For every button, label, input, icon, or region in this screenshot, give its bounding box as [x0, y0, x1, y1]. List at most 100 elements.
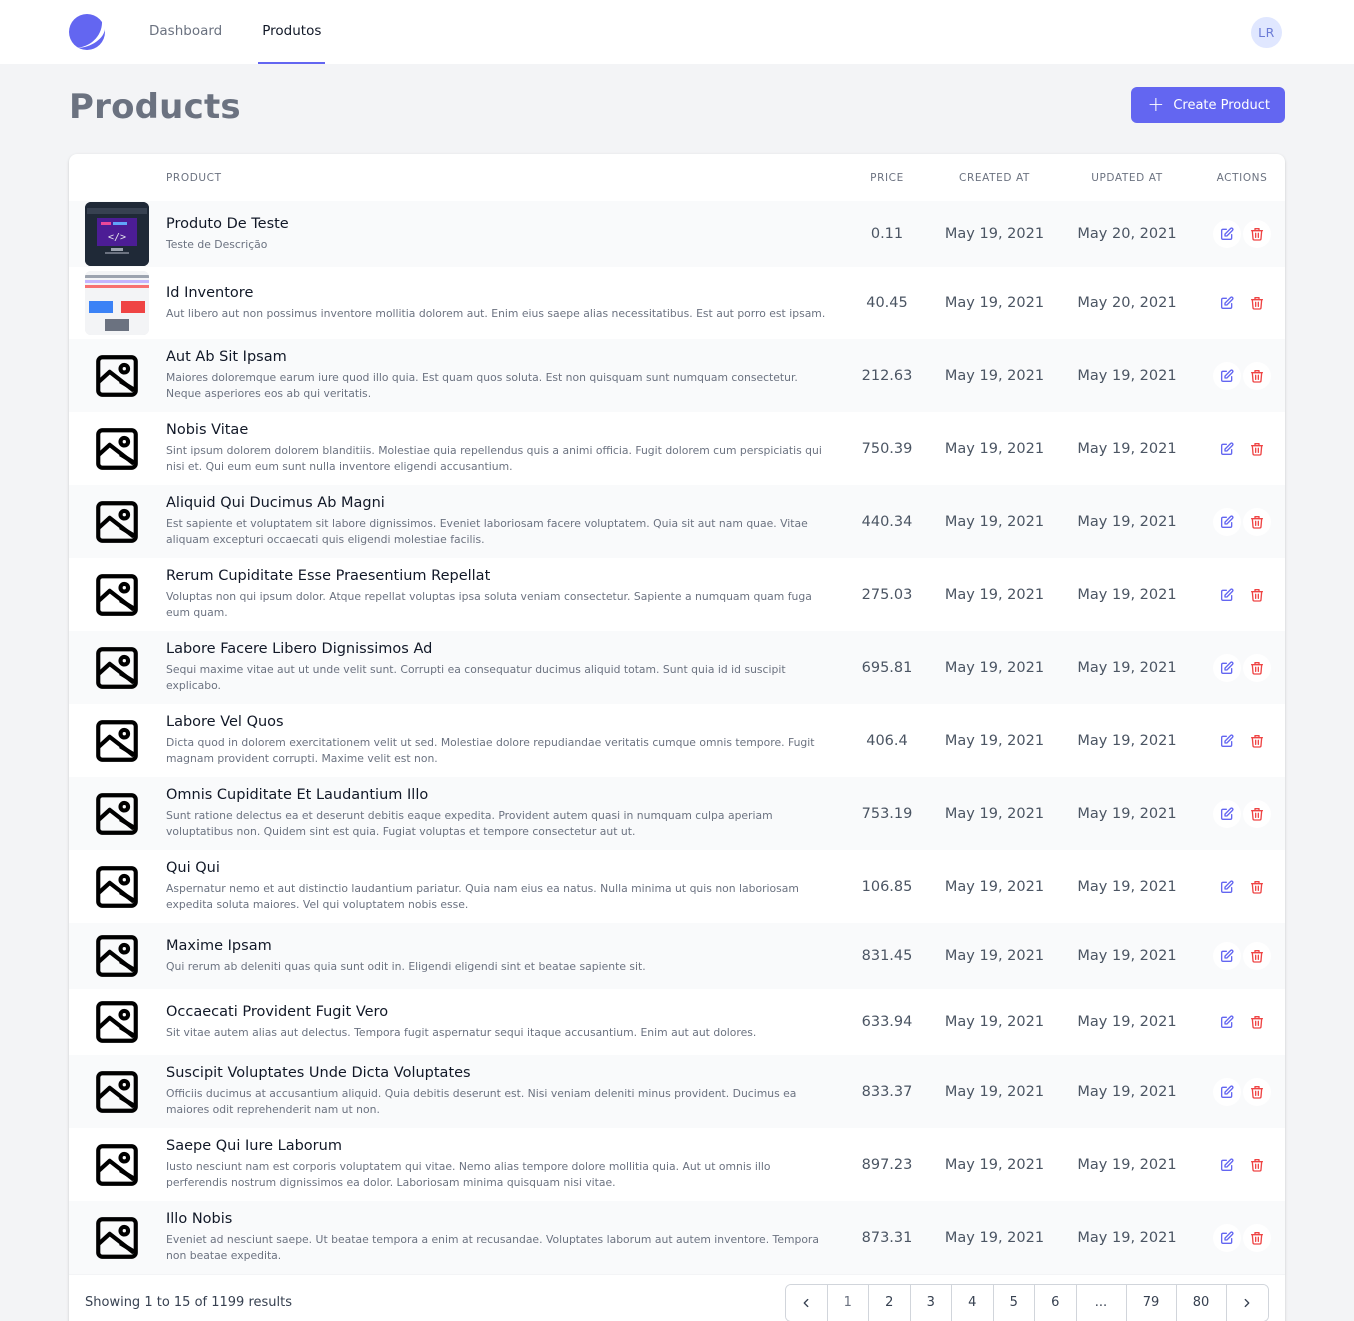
product-cell: Produto De Teste Teste de Descrição	[160, 201, 840, 267]
product-name[interactable]: Aliquid Qui Ducimus Ab Magni	[166, 495, 830, 511]
product-name[interactable]: Maxime Ipsam	[166, 938, 830, 954]
product-created-at: May 19, 2021	[944, 226, 1045, 242]
trash-icon[interactable]	[1243, 1223, 1271, 1252]
trash-icon[interactable]	[1243, 726, 1271, 755]
main-nav: Dashboard Produtos	[145, 0, 357, 64]
pencil-square-icon[interactable]	[1213, 799, 1241, 828]
product-description: Aut libero aut non possimus inventore mo…	[166, 306, 826, 320]
product-image-cell	[69, 704, 160, 777]
product-updated-at: May 19, 2021	[1077, 586, 1177, 603]
trash-icon[interactable]	[1243, 1077, 1271, 1106]
trash-icon[interactable]	[1243, 653, 1271, 682]
image-placeholder-icon	[85, 782, 149, 846]
product-price: 212.63	[861, 367, 913, 384]
image-placeholder-icon	[85, 709, 149, 773]
page-button-2[interactable]: 2	[869, 1284, 911, 1321]
pencil-square-icon[interactable]	[1213, 1077, 1241, 1106]
product-name[interactable]: Suscipit Voluptates Unde Dicta Voluptate…	[166, 1065, 830, 1081]
product-description: Sint ipsum dolorem dolorem blanditiis. M…	[166, 444, 822, 473]
product-price: 0.11	[870, 226, 904, 242]
product-description: Voluptas non qui ipsum dolor. Atque repe…	[166, 590, 812, 619]
product-price: 753.19	[861, 805, 913, 822]
product-name[interactable]: Aut Ab Sit Ipsam	[166, 349, 830, 365]
nav-link-dashboard[interactable]: Dashboard	[145, 0, 226, 64]
product-image-cell	[69, 339, 160, 412]
product-name[interactable]: Illo Nobis	[166, 1211, 830, 1227]
product-description: Maiores doloremque earum iure quod illo …	[166, 371, 798, 400]
product-updated-at: May 19, 2021	[1077, 513, 1177, 530]
moon-logo-icon[interactable]	[69, 14, 105, 50]
trash-icon[interactable]	[1243, 361, 1271, 390]
product-name[interactable]: Labore Facere Libero Dignissimos Ad	[166, 641, 830, 657]
trash-icon[interactable]	[1243, 507, 1271, 536]
pencil-square-icon[interactable]	[1213, 1223, 1241, 1252]
trash-icon[interactable]	[1243, 942, 1271, 970]
page-button-79[interactable]: 79	[1126, 1284, 1177, 1321]
pencil-square-icon[interactable]	[1213, 1008, 1241, 1036]
trash-icon[interactable]	[1243, 220, 1271, 248]
trash-icon[interactable]	[1243, 580, 1271, 609]
trash-icon[interactable]	[1243, 1150, 1271, 1179]
product-name[interactable]: Produto De Teste	[166, 216, 830, 232]
image-placeholder-icon	[85, 563, 149, 627]
product-description: Iusto nesciunt nam est corporis voluptat…	[166, 1160, 771, 1189]
product-created-at: May 19, 2021	[944, 948, 1045, 964]
pencil-square-icon[interactable]	[1213, 507, 1241, 536]
product-cell: Qui Qui Aspernatur nemo et aut distinctio…	[160, 850, 840, 923]
pencil-square-icon[interactable]	[1213, 872, 1241, 901]
plus-icon: +	[1147, 92, 1165, 116]
user-avatar[interactable]: LR	[1251, 17, 1282, 48]
product-name[interactable]: Saepe Qui Iure Laborum	[166, 1138, 830, 1154]
product-name[interactable]: Omnis Cupiditate Et Laudantium Illo	[166, 787, 830, 803]
page-button-1[interactable]: 1	[827, 1284, 869, 1321]
chevron-right-icon[interactable]	[1226, 1284, 1268, 1321]
product-price: 695.81	[861, 659, 913, 676]
product-name[interactable]: Rerum Cupiditate Esse Praesentium Repell…	[166, 568, 830, 584]
pencil-square-icon[interactable]	[1213, 434, 1241, 463]
pencil-square-icon[interactable]	[1213, 942, 1241, 970]
image-placeholder-icon	[85, 1206, 149, 1270]
product-name[interactable]: Nobis Vitae	[166, 422, 830, 438]
products-card: Product Price Created At Updated At Acti…	[69, 154, 1285, 1321]
product-name[interactable]: Id Inventore	[166, 285, 830, 301]
image-placeholder-icon	[85, 924, 149, 988]
pencil-square-icon[interactable]	[1213, 726, 1241, 755]
page-button-80[interactable]: 80	[1176, 1284, 1227, 1321]
trash-icon[interactable]	[1243, 434, 1271, 463]
product-cell: Labore Vel Quos Dicta quod in dolorem exe…	[160, 704, 840, 777]
trash-icon[interactable]	[1243, 1008, 1271, 1036]
product-name[interactable]: Qui Qui	[166, 860, 830, 876]
product-name[interactable]: Occaecati Provident Fugit Vero	[166, 1004, 830, 1020]
pencil-square-icon[interactable]	[1213, 361, 1241, 390]
table-row: Labore Facere Libero Dignissimos Ad Sequi…	[69, 631, 1285, 704]
product-updated-at: May 19, 2021	[1077, 659, 1177, 676]
product-description: Aspernatur nemo et aut distinctio laudan…	[166, 882, 799, 911]
product-created-at: May 19, 2021	[944, 440, 1045, 457]
table-row: Aut Ab Sit Ipsam Maiores doloremque earum…	[69, 339, 1285, 412]
pencil-square-icon[interactable]	[1213, 289, 1241, 317]
pencil-square-icon[interactable]	[1213, 1150, 1241, 1179]
table-row: Maxime Ipsam Qui rerum ab deleniti quas q…	[69, 923, 1285, 989]
product-price: 633.94	[861, 1014, 913, 1030]
product-name[interactable]: Labore Vel Quos	[166, 714, 830, 730]
trash-icon[interactable]	[1243, 799, 1271, 828]
pencil-square-icon[interactable]	[1213, 653, 1241, 682]
create-product-label: Create Product	[1173, 97, 1270, 113]
product-cell: Saepe Qui Iure Laborum Iusto nesciunt nam…	[160, 1128, 840, 1201]
create-product-button[interactable]: + Create Product	[1130, 87, 1285, 123]
product-image-cell	[69, 777, 160, 850]
table-row: Labore Vel Quos Dicta quod in dolorem exe…	[69, 704, 1285, 777]
product-cell: Occaecati Provident Fugit Vero Sit vitae …	[160, 989, 840, 1055]
table-row: Omnis Cupiditate Et Laudantium Illo Sunt …	[69, 777, 1285, 850]
trash-icon[interactable]	[1243, 872, 1271, 901]
page-button-5[interactable]: 5	[993, 1284, 1035, 1321]
pencil-square-icon[interactable]	[1213, 580, 1241, 609]
page-button-3[interactable]: 3	[910, 1284, 952, 1321]
trash-icon[interactable]	[1243, 289, 1271, 317]
pencil-square-icon[interactable]	[1213, 220, 1241, 248]
chevron-left-icon[interactable]	[786, 1284, 828, 1321]
nav-link-produtos[interactable]: Produtos	[258, 0, 326, 64]
column-header-product: Product	[166, 171, 222, 184]
page-button-6[interactable]: 6	[1035, 1284, 1077, 1321]
page-button-4[interactable]: 4	[952, 1284, 994, 1321]
